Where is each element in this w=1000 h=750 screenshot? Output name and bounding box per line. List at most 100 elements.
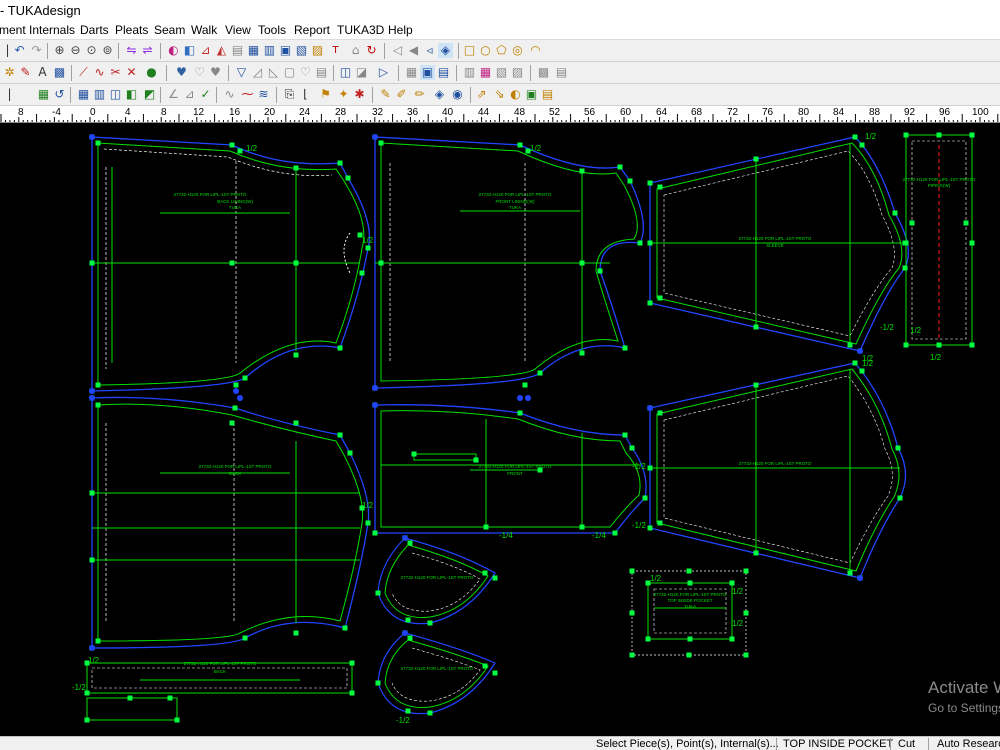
pattern-point[interactable] — [687, 580, 693, 586]
snap-icon[interactable]: ▦ — [246, 43, 261, 58]
walk-icon[interactable]: ▷ — [376, 65, 391, 80]
internal-1-icon[interactable]: ▦ — [76, 87, 91, 102]
pattern-point[interactable] — [337, 345, 343, 351]
circle-icon[interactable]: ○ — [478, 43, 493, 58]
pattern-point[interactable] — [522, 382, 528, 388]
pattern-point[interactable] — [232, 405, 238, 411]
notch-icon[interactable]: ⌂ — [348, 43, 363, 58]
pattern-point[interactable] — [969, 240, 975, 246]
seam-point[interactable] — [857, 575, 863, 581]
menu-internals[interactable]: Internals — [29, 23, 75, 37]
pattern-point[interactable] — [657, 410, 663, 416]
handle-icon[interactable]: | — [2, 87, 17, 102]
pattern-point[interactable] — [233, 382, 239, 388]
pattern-point[interactable] — [293, 420, 299, 426]
line-icon[interactable]: ⟋ — [76, 65, 91, 80]
pattern-point[interactable] — [537, 370, 543, 376]
rectangle-icon[interactable]: □ — [462, 43, 477, 58]
pattern-point[interactable] — [627, 178, 633, 184]
pattern-point[interactable] — [852, 134, 858, 140]
layout-3-icon[interactable]: ⚑ — [318, 87, 333, 102]
seam-point[interactable] — [402, 535, 408, 541]
seam-point[interactable] — [372, 402, 378, 408]
angle-icon[interactable]: ∠ — [166, 87, 181, 102]
pattern-point[interactable] — [969, 132, 975, 138]
sphere-icon[interactable]: ● — [144, 65, 159, 80]
menu-piece[interactable]: ment — [0, 23, 26, 37]
pattern-point[interactable] — [753, 324, 759, 330]
pattern-point[interactable] — [729, 636, 735, 642]
ellipse-icon[interactable]: ◎ — [510, 43, 525, 58]
pattern-point[interactable] — [357, 232, 363, 238]
pattern-point[interactable] — [345, 175, 351, 181]
pattern-point[interactable] — [372, 530, 378, 536]
pleat-6-icon[interactable]: ▤ — [314, 65, 329, 80]
pattern-point[interactable] — [492, 575, 498, 581]
pattern-point[interactable] — [753, 550, 759, 556]
pattern-canvas[interactable]: 27732-H120 FOR LIPL-1ST PROTO BACK LININ… — [0, 123, 1000, 736]
pattern-point[interactable] — [293, 260, 299, 266]
seam-point[interactable] — [89, 645, 95, 651]
pattern-point[interactable] — [903, 240, 909, 246]
pattern-point[interactable] — [579, 260, 585, 266]
seam-2-icon[interactable]: ◪ — [354, 65, 369, 80]
seam-point[interactable] — [857, 348, 863, 354]
pattern-point[interactable] — [517, 410, 523, 416]
pattern-point[interactable] — [895, 445, 901, 451]
zoom-window-icon[interactable]: ⊙ — [84, 43, 99, 58]
pattern-point[interactable] — [229, 260, 235, 266]
internal-2-icon[interactable]: ▥ — [92, 87, 107, 102]
pattern-point[interactable] — [407, 635, 413, 641]
pattern-point[interactable] — [642, 495, 648, 501]
piece-pocket-bag-2[interactable]: 27732-H120 FOR LIPL-1ST PROTO -1/2 — [377, 632, 496, 725]
view-1-icon[interactable]: ▦ — [404, 65, 419, 80]
dart-2-icon[interactable]: ♡ — [192, 65, 207, 80]
pleat-5-icon[interactable]: ♡ — [298, 65, 313, 80]
pattern-point[interactable] — [629, 445, 635, 451]
menu-pleats[interactable]: Pleats — [115, 23, 148, 37]
pattern-point[interactable] — [852, 360, 858, 366]
piece-sleeve-2[interactable]: 27732-H120 FOR LIPL-1ST PROTO -1/2 -1/2 … — [632, 359, 907, 579]
seam-point[interactable] — [237, 395, 243, 401]
pattern-point[interactable] — [579, 524, 585, 530]
pattern-point[interactable] — [629, 610, 635, 616]
pattern-point[interactable] — [473, 457, 479, 463]
redo-icon[interactable]: ↷ — [29, 43, 44, 58]
stamp-icon[interactable]: ◈ — [432, 87, 447, 102]
pattern-point[interactable] — [622, 432, 628, 438]
piece-front-lining[interactable]: 27732-H120 FOR LIPL-1ST PROTO FRONT LINI… — [374, 136, 644, 389]
pattern-point[interactable] — [645, 580, 651, 586]
piece-tool-2-icon[interactable]: ◀ — [406, 43, 421, 58]
pattern-point[interactable] — [743, 652, 749, 658]
pattern-point[interactable] — [427, 710, 433, 716]
zoom-in-icon[interactable]: ⊕ — [52, 43, 67, 58]
rotate-icon[interactable]: ↻ — [364, 43, 379, 58]
pattern-point[interactable] — [337, 160, 343, 166]
pattern-point[interactable] — [525, 148, 531, 154]
pattern-point[interactable] — [174, 717, 180, 723]
pentagon-icon[interactable]: ⬠ — [494, 43, 509, 58]
pattern-point[interactable] — [127, 695, 133, 701]
cycle-icon[interactable]: ↺ — [52, 87, 67, 102]
pattern-point[interactable] — [847, 342, 853, 348]
tool-a-icon[interactable]: ▩ — [536, 65, 551, 80]
image-icon[interactable]: ▩ — [52, 65, 67, 80]
pleat-2-icon[interactable]: ◿ — [250, 65, 265, 80]
pattern-point[interactable] — [847, 570, 853, 576]
pattern-points[interactable] — [84, 132, 975, 723]
grid-1-icon[interactable]: ▥ — [462, 65, 477, 80]
pattern-point[interactable] — [229, 142, 235, 148]
pattern-point[interactable] — [729, 580, 735, 586]
pattern-point[interactable] — [89, 557, 95, 563]
export-icon[interactable]: ⇗ — [474, 87, 489, 102]
pattern-point[interactable] — [903, 132, 909, 138]
grid-icon[interactable]: ▥ — [262, 43, 277, 58]
pattern-point[interactable] — [95, 638, 101, 644]
settings-icon[interactable]: ✲ — [2, 65, 17, 80]
piece-tool-1-icon[interactable]: ◁ — [390, 43, 405, 58]
pattern-point[interactable] — [337, 432, 343, 438]
flip-icon[interactable]: ⇌ — [140, 43, 155, 58]
menu-walk[interactable]: Walk — [191, 23, 217, 37]
layout-4-icon[interactable]: ✦ — [336, 87, 351, 102]
pattern-point[interactable] — [647, 300, 653, 306]
